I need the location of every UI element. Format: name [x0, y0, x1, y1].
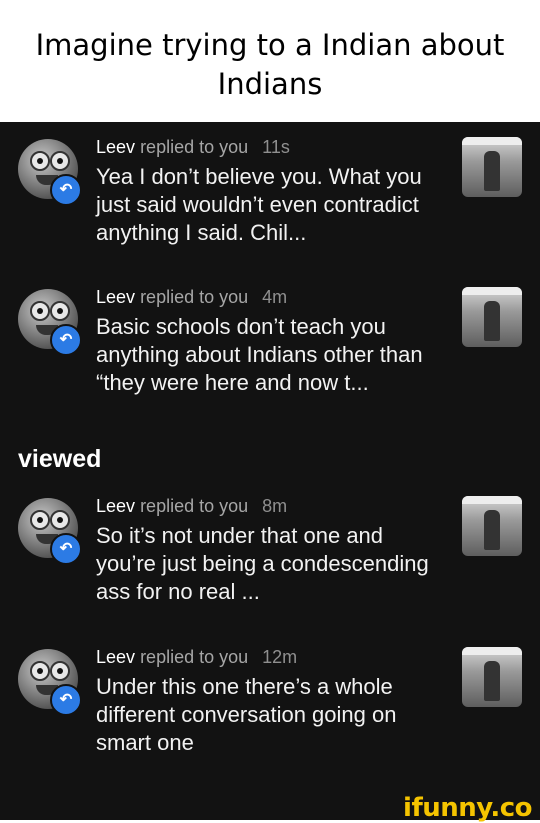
username: Leev — [96, 287, 136, 307]
reply-arrow-icon: ↶ — [50, 324, 82, 356]
ifunny-watermark: ifunny.co — [403, 793, 532, 823]
meme-caption-area: Imagine trying to a Indian about Indians — [0, 0, 540, 122]
username: Leev — [96, 647, 136, 667]
post-thumbnail[interactable] — [462, 287, 522, 347]
reply-text: Under this one there’s a whole different… — [96, 674, 397, 755]
timestamp: 4m — [262, 287, 288, 307]
meme-caption: Imagine trying to a Indian about Indians — [35, 28, 505, 101]
timestamp: 8m — [262, 496, 288, 516]
notification-item[interactable]: ↶ Leev replied to you 11s Yea I don’t bel… — [0, 137, 540, 269]
action-text: replied to you — [140, 137, 249, 157]
action-text: replied to you — [140, 496, 249, 516]
notification-meta: Leev replied to you 11s — [96, 137, 290, 158]
post-thumbnail[interactable] — [462, 496, 522, 556]
reply-text: So it’s not under that one and you’re ju… — [96, 523, 429, 604]
action-text: replied to you — [140, 647, 249, 667]
timestamp: 11s — [262, 137, 290, 157]
notification-meta: Leev replied to you 4m — [96, 287, 287, 308]
notification-item[interactable]: ↶ Leev replied to you 12m Under this one … — [0, 647, 540, 779]
reply-arrow-icon: ↶ — [50, 174, 82, 206]
notifications-panel: ↶ Leev replied to you 11s Yea I don’t bel… — [0, 122, 540, 820]
post-thumbnail[interactable] — [462, 647, 522, 707]
timestamp: 12m — [262, 647, 298, 667]
username: Leev — [96, 496, 136, 516]
reply-text: Basic schools don’t teach you anything a… — [96, 314, 423, 395]
reply-arrow-icon: ↶ — [50, 533, 82, 565]
action-text: replied to you — [140, 287, 249, 307]
notification-item[interactable]: ↶ Leev replied to you 4m Basic schools do… — [0, 287, 540, 419]
notification-meta: Leev replied to you 12m — [96, 647, 297, 668]
notification-meta: Leev replied to you 8m — [96, 496, 287, 517]
post-thumbnail[interactable] — [462, 137, 522, 197]
notification-item[interactable]: ↶ Leev replied to you 8m So it’s not unde… — [0, 496, 540, 628]
reply-text: Yea I don’t believe you. What you just s… — [96, 164, 422, 245]
reply-arrow-icon: ↶ — [50, 684, 82, 716]
section-label-viewed: viewed — [18, 445, 102, 473]
username: Leev — [96, 137, 136, 157]
